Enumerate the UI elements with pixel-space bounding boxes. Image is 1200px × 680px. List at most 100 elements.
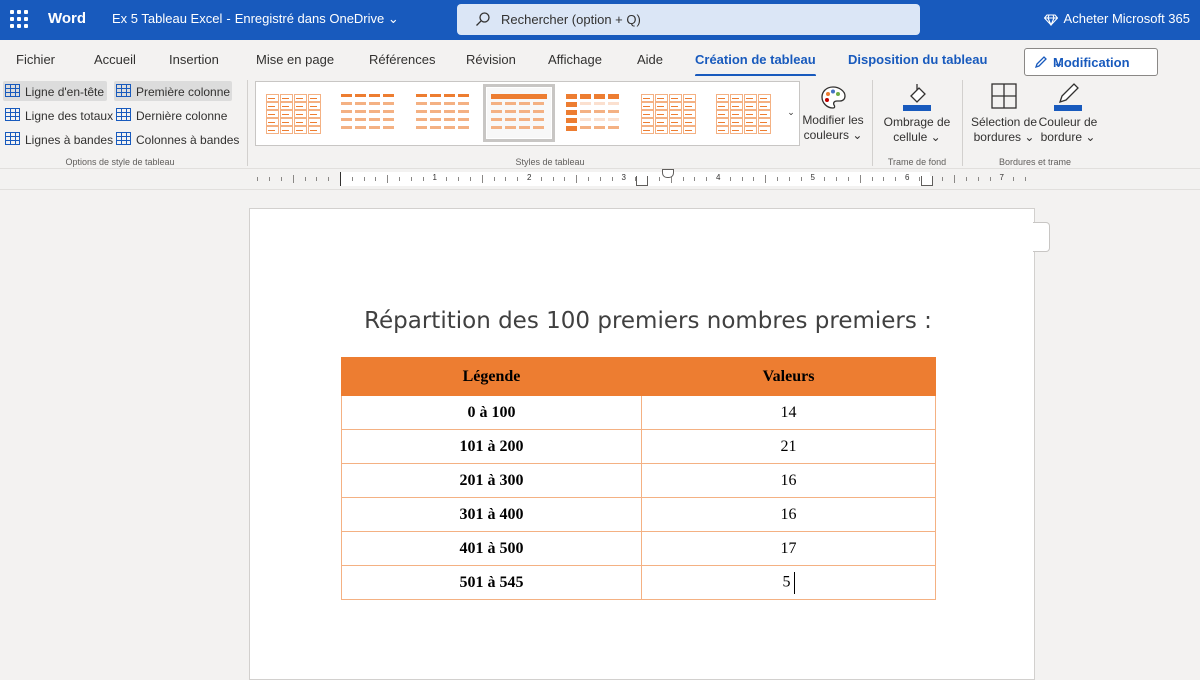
tab-references[interactable]: Références [369,52,435,67]
total-row-option[interactable]: Ligne des totaux [3,105,113,125]
style-preview-cell [566,102,577,107]
border-color-button[interactable]: Couleur de bordure ⌄ [1036,80,1100,145]
group-divider [962,80,963,166]
style-preview-dash [685,98,692,99]
style-preview-cell [580,110,591,113]
buy-microsoft-365-link[interactable]: Acheter Microsoft 365 [1043,11,1190,26]
tab-revision[interactable]: Révision [466,52,516,67]
ruler-tick [954,175,956,183]
style-preview-dash [671,130,678,131]
legend-cell[interactable]: 301 à 400 [341,497,642,532]
ruler-tick [824,177,826,181]
header-row-option[interactable]: Ligne d'en-tête [3,81,107,101]
ruler-tick [458,177,460,181]
palette-icon [821,86,846,109]
legend-cell[interactable]: 201 à 300 [341,463,642,498]
tab-aide[interactable]: Aide [637,52,663,67]
modify-colors-button[interactable]: Modifier les couleurs ⌄ [800,84,866,143]
style-preview-dash [296,106,303,107]
value-cell[interactable]: 21 [641,429,936,464]
style-preview-cell [369,110,380,113]
style-preview-dash [657,106,664,107]
tab-disposition-du-tableau[interactable]: Disposition du tableau [848,52,987,67]
search-box[interactable]: Rechercher (option + Q) [457,4,920,35]
style-preview-cell [608,118,619,121]
style-preview-dash [643,130,650,131]
table-style-2[interactable] [337,88,401,138]
ruler-tick [269,177,271,181]
editing-mode-button[interactable]: Modification ⌄ [1024,48,1158,76]
chevron-down-icon: ⌄ [1053,55,1064,70]
style-preview-cell [608,126,619,129]
style-preview-dash [718,130,725,131]
table-row: 101 à 200 21 [341,429,936,464]
style-preview-dash [746,106,753,107]
gallery-more-button[interactable]: ⌄ [783,81,800,146]
header-legende[interactable]: Légende [341,357,642,396]
style-preview-dash [268,130,275,131]
ruler-tick [966,177,968,181]
table-style-7[interactable] [712,88,776,138]
legend-cell[interactable]: 0 à 100 [341,395,642,430]
legend-cell[interactable]: 101 à 200 [341,429,642,464]
style-preview-cell [594,110,605,113]
left-indent-marker[interactable] [636,176,648,186]
ruler-tick [694,177,696,181]
style-preview-cell [355,94,366,97]
table-style-5[interactable] [562,88,626,138]
banded-columns-option[interactable]: Colonnes à bandes [114,129,240,149]
app-name[interactable]: Word [48,10,86,27]
style-preview-dash [732,122,739,123]
style-preview-cell [519,110,530,113]
first-line-indent-marker[interactable] [662,169,674,178]
value-cell-active[interactable]: 5 [641,565,936,600]
tab-creation-de-tableau[interactable]: Création de tableau [695,52,816,77]
table-style-3[interactable] [412,88,476,138]
first-column-option[interactable]: Première colonne [114,81,232,101]
document-heading[interactable]: Répartition des 100 premiers nombres pre… [249,308,1033,334]
banded-rows-option[interactable]: Lignes à bandes [3,129,113,149]
style-preview-cell [416,118,427,121]
tab-affichage[interactable]: Affichage [548,52,602,67]
style-preview-dash [310,98,317,99]
value-cell[interactable]: 17 [641,531,936,566]
document-title[interactable]: Ex 5 Tableau Excel - Enregistré dans OneDr… [112,11,399,27]
table-style-6[interactable] [637,88,701,138]
table-style-1[interactable] [262,88,326,138]
legend-cell[interactable]: 401 à 500 [341,531,642,566]
tab-fichier[interactable]: Fichier [16,52,55,67]
header-valeurs[interactable]: Valeurs [641,357,936,396]
style-preview-cell [505,118,516,121]
style-preview-dash [685,106,692,107]
value-cell[interactable]: 16 [641,463,936,498]
style-preview-cell [369,102,380,105]
app-launcher-icon[interactable] [10,10,28,28]
ruler-tick [918,177,920,181]
value-cell[interactable]: 14 [641,395,936,430]
data-table[interactable]: Légende Valeurs 0 à 100 14 101 à 200 21 20… [341,357,936,600]
style-preview-cell [566,110,577,115]
legend-cell[interactable]: 501 à 545 [341,565,642,600]
border-select-button[interactable]: Sélection de bordures ⌄ [968,80,1040,145]
header-row-label: Ligne d'en-tête [25,85,105,99]
cell-shading-button[interactable]: Ombrage de cellule ⌄ [880,80,954,145]
comments-tab[interactable] [1033,222,1050,252]
tab-insertion[interactable]: Insertion [169,52,219,67]
value-cell[interactable]: 16 [641,497,936,532]
style-preview-dash [746,114,753,115]
border-select-line1: Sélection de [970,115,1038,129]
style-preview-cell [533,110,544,113]
style-preview-cell [444,118,455,121]
horizontal-ruler[interactable]: 1 2 3 4 5 6 7 [0,169,1200,190]
style-preview-cell [383,118,394,121]
ribbon-tabs: Fichier Accueil Insertion Mise en page R… [0,40,1200,77]
last-column-option[interactable]: Dernière colonne [114,105,232,125]
style-preview-cell [608,94,619,99]
style-preview-dash [760,106,767,107]
right-indent-marker[interactable] [921,176,933,186]
style-preview-dash [268,98,275,99]
tab-accueil[interactable]: Accueil [94,52,136,67]
style-preview-dash [685,114,692,115]
table-style-4-selected[interactable] [483,84,555,142]
tab-mise-en-page[interactable]: Mise en page [256,52,334,67]
